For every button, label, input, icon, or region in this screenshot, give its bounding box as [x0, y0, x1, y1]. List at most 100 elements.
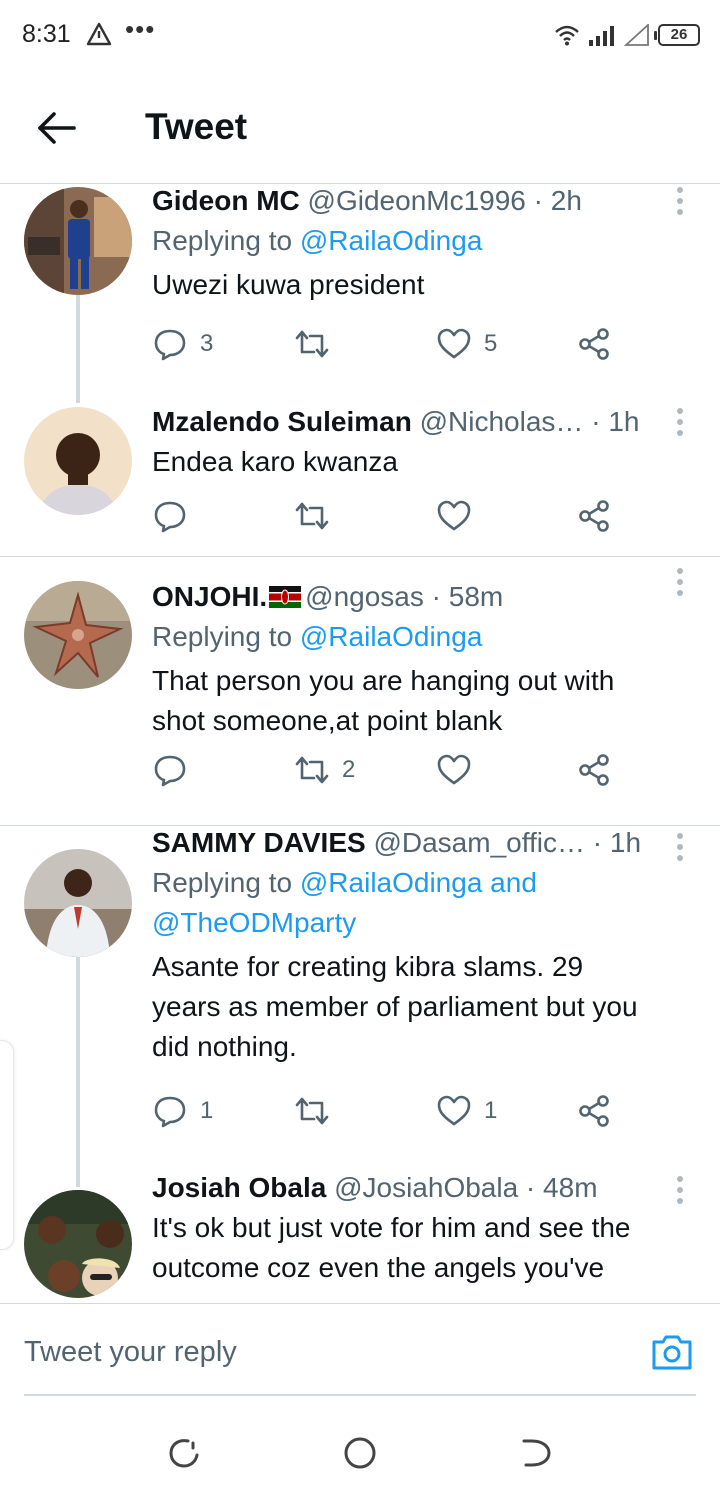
share-button[interactable]: [576, 324, 612, 364]
like-button[interactable]: 5: [436, 324, 497, 364]
tweet-meta: Gideon MC @GideonMc1996 · 2h: [152, 185, 582, 216]
tweet-text: Endea karo kwanza: [152, 446, 398, 477]
avatar[interactable]: [24, 581, 132, 689]
thread-line: [76, 295, 80, 403]
heart-icon: [437, 754, 471, 785]
recent-apps-icon[interactable]: [166, 1435, 202, 1471]
tweet-meta: SAMMY DAVIES @Dasam_offic… · 1h: [152, 827, 642, 858]
tweet-actions: 2: [152, 750, 622, 790]
avatar[interactable]: [24, 849, 132, 957]
tweet-4[interactable]: SAMMY DAVIES @Dasam_offic… · 1h Replying…: [0, 827, 720, 1187]
reply-button[interactable]: [152, 750, 200, 790]
reply-icon: [154, 755, 186, 787]
mention-link[interactable]: @RailaOdinga: [300, 621, 483, 652]
more-vertical-icon[interactable]: [676, 1176, 684, 1206]
tweet-time: 1h: [608, 406, 640, 437]
retweet-count: 2: [342, 756, 356, 783]
tweet-meta: Josiah Obala @JosiahObala · 48m: [152, 1172, 598, 1203]
back-arrow-icon[interactable]: [30, 106, 84, 150]
tweet-text: That person you are hanging out with sho…: [152, 665, 615, 736]
share-icon: [579, 328, 609, 360]
tweet-3[interactable]: ONJOHI. @ngosas · 58m Replying to @RailaO…: [0, 558, 720, 826]
share-button[interactable]: [576, 496, 612, 536]
replying-to: Replying to @RailaOdinga and @TheODMpart…: [152, 863, 690, 943]
back-icon[interactable]: [518, 1435, 554, 1471]
more-notifications-icon: •••: [125, 14, 156, 44]
retweet-button[interactable]: [294, 1091, 342, 1131]
retweet-button[interactable]: [294, 496, 342, 536]
reply-icon: [154, 329, 186, 361]
more-vertical-icon[interactable]: [676, 187, 684, 217]
author-name[interactable]: Josiah Obala: [152, 1172, 326, 1203]
tweet-meta: Mzalendo Suleiman @Nicholas… · 1h: [152, 406, 640, 437]
tweet-text: Asante for creating kibra slams. 29 year…: [152, 951, 638, 1062]
system-nav-bar: [0, 1401, 720, 1500]
page-title: Tweet: [145, 106, 248, 147]
reply-count: 1: [200, 1097, 214, 1124]
signal-icon: [589, 26, 614, 46]
author-name[interactable]: ONJOHI.: [152, 581, 267, 612]
replying-to: Replying to @RailaOdinga: [152, 621, 483, 652]
heart-icon: [437, 1095, 471, 1126]
author-handle: @ngosas: [305, 581, 424, 612]
reply-divider: [24, 1394, 696, 1396]
author-handle: @GideonMc1996: [307, 185, 526, 216]
share-icon: [579, 1095, 609, 1127]
tweet-1[interactable]: Gideon MC @GideonMc1996 · 2h Replying to…: [0, 185, 720, 403]
avatar[interactable]: [24, 407, 132, 515]
more-vertical-icon[interactable]: [676, 833, 684, 863]
tweet-actions: 1 1: [152, 1091, 622, 1131]
warning-icon: [86, 22, 112, 46]
tweet-meta: ONJOHI. @ngosas · 58m: [152, 581, 504, 612]
like-count: 1: [484, 1097, 498, 1124]
mention-link[interactable]: @TheODMparty: [152, 903, 690, 943]
avatar-image: [24, 187, 132, 295]
author-handle: @JosiahObala: [334, 1172, 519, 1203]
reply-bar: Tweet your reply: [0, 1303, 720, 1401]
battery-icon: 26: [654, 24, 700, 46]
tweet-time: 48m: [543, 1172, 598, 1203]
status-time: 8:31: [22, 20, 71, 48]
reply-button[interactable]: 3: [152, 324, 213, 364]
avatar-image: [24, 581, 132, 689]
tweet-time: 58m: [448, 581, 504, 612]
avatar-image: [24, 1190, 132, 1298]
retweet-button[interactable]: [294, 324, 342, 364]
like-button[interactable]: 1: [436, 1091, 497, 1131]
home-icon[interactable]: [342, 1435, 378, 1471]
reply-input[interactable]: Tweet your reply: [24, 1336, 237, 1369]
status-icons: 26: [554, 20, 700, 50]
like-button[interactable]: [436, 496, 484, 536]
edge-panel-handle[interactable]: [0, 1040, 14, 1250]
tweet-2[interactable]: Mzalendo Suleiman @Nicholas… · 1h Endea …: [0, 390, 720, 557]
reply-icon: [154, 1096, 186, 1128]
avatar[interactable]: [24, 187, 132, 295]
thread-line: [76, 957, 80, 1187]
retweet-icon: [295, 330, 329, 358]
mention-link[interactable]: @RailaOdinga: [300, 225, 483, 256]
more-vertical-icon[interactable]: [676, 568, 684, 598]
like-button[interactable]: [436, 750, 484, 790]
author-name[interactable]: Gideon MC: [152, 185, 300, 216]
author-name[interactable]: SAMMY DAVIES: [152, 827, 366, 858]
avatar[interactable]: [24, 1190, 132, 1298]
tweet-5[interactable]: Josiah Obala @JosiahObala · 48m It's ok …: [0, 1172, 720, 1303]
avatar-image: [24, 407, 132, 515]
retweet-button[interactable]: 2: [294, 750, 355, 790]
header: Tweet: [0, 72, 720, 184]
author-name[interactable]: Mzalendo Suleiman: [152, 406, 412, 437]
signal-empty-icon: [624, 24, 649, 46]
reply-button[interactable]: [152, 496, 200, 536]
reply-icon: [154, 501, 186, 533]
reply-button[interactable]: 1: [152, 1091, 213, 1131]
mention-link[interactable]: @RailaOdinga and: [300, 867, 537, 898]
share-icon: [579, 754, 609, 786]
share-button[interactable]: [576, 750, 612, 790]
tweet-actions: 3 5: [152, 324, 622, 364]
reply-count: 3: [200, 330, 214, 357]
reply-feed: Gideon MC @GideonMc1996 · 2h Replying to…: [0, 185, 720, 1303]
camera-icon[interactable]: [650, 1332, 694, 1372]
more-vertical-icon[interactable]: [676, 408, 684, 438]
share-button[interactable]: [576, 1091, 612, 1131]
heart-icon: [437, 328, 471, 359]
